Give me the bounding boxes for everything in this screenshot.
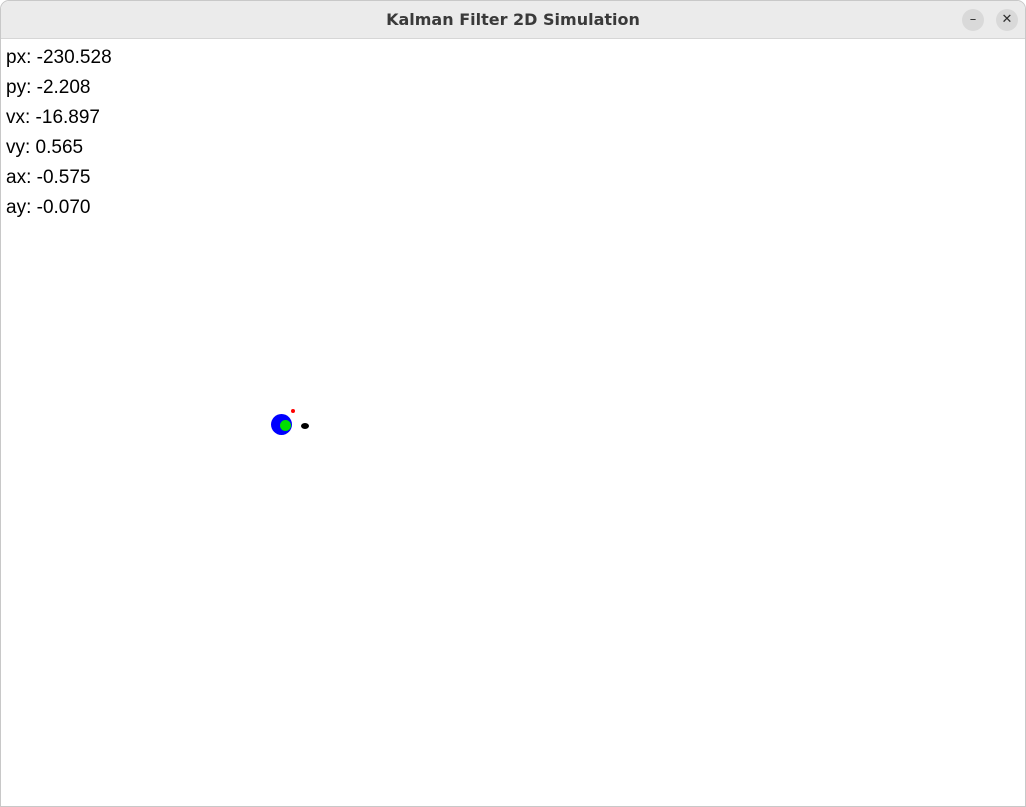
app-window: Kalman Filter 2D Simulation – ✕ px: -230…: [0, 0, 1026, 807]
true-position-marker: [301, 423, 309, 429]
simulation-canvas[interactable]: px: -230.528 py: -2.208 vx: -16.897 vy: …: [1, 39, 1025, 806]
readout-ay: ay: -0.070: [6, 197, 91, 218]
close-button[interactable]: ✕: [996, 9, 1018, 31]
window-title: Kalman Filter 2D Simulation: [386, 10, 640, 29]
readout-px: px: -230.528: [6, 47, 112, 68]
readout-vy: vy: 0.565: [6, 137, 84, 158]
estimate-marker: [280, 420, 291, 431]
title-bar[interactable]: Kalman Filter 2D Simulation – ✕: [1, 1, 1025, 39]
minimize-button[interactable]: –: [962, 9, 984, 31]
readout-ax: ax: -0.575: [6, 167, 91, 188]
readout-vx: vx: -16.897: [6, 107, 100, 128]
readout-py: py: -2.208: [6, 77, 91, 98]
measurement-marker: [291, 409, 295, 413]
